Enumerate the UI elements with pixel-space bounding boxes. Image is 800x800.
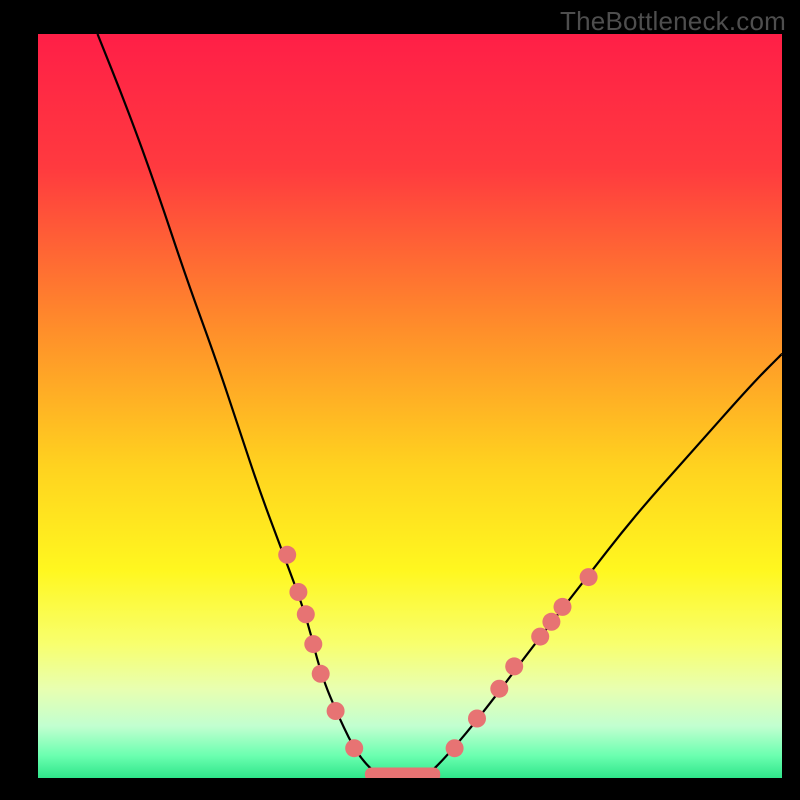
chart-frame: TheBottleneck.com — [0, 0, 800, 800]
chart-curve-layer — [38, 34, 782, 778]
marker-point — [304, 635, 322, 653]
marker-point — [554, 598, 572, 616]
marker-point — [490, 680, 508, 698]
chart-plot-area — [38, 34, 782, 778]
marker-point — [289, 583, 307, 601]
marker-point — [278, 546, 296, 564]
marker-group — [278, 546, 597, 757]
marker-point — [542, 613, 560, 631]
marker-point — [505, 657, 523, 675]
watermark-label: TheBottleneck.com — [560, 6, 786, 37]
marker-point — [327, 702, 345, 720]
marker-point — [297, 605, 315, 623]
marker-point — [580, 568, 598, 586]
bottleneck-curve — [98, 34, 783, 778]
marker-point — [345, 739, 363, 757]
marker-point — [312, 665, 330, 683]
flat-baseline — [365, 768, 439, 778]
marker-point — [531, 628, 549, 646]
marker-point — [468, 710, 486, 728]
marker-point — [446, 739, 464, 757]
